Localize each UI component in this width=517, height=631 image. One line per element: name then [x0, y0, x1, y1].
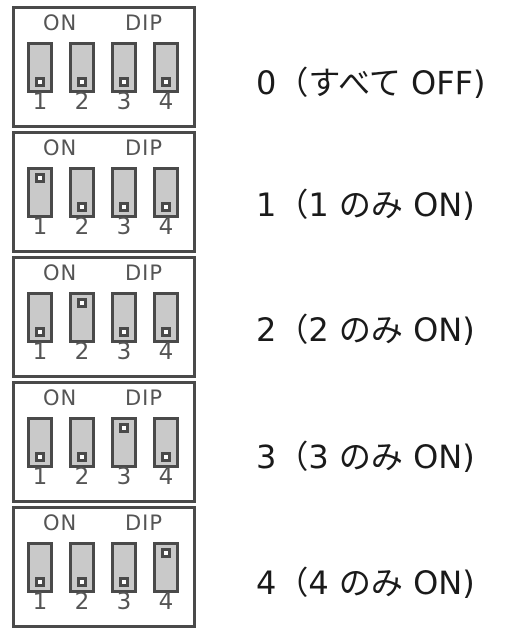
- switch-number: 3: [116, 339, 132, 365]
- switch-number: 1: [32, 339, 48, 365]
- dip-switch-panel: ON DIP 1 2 3 4: [12, 506, 196, 628]
- switch-knob: [77, 77, 87, 87]
- dip-label: DIP: [125, 136, 164, 160]
- switch-number: 2: [74, 339, 90, 365]
- switch-number: 1: [32, 589, 48, 615]
- dip-switch-3[interactable]: [111, 167, 137, 218]
- dip-switch-panel: ON DIP 1 2 3 4: [12, 131, 196, 253]
- dip-switch-4[interactable]: [153, 542, 179, 593]
- dip-label: DIP: [125, 511, 164, 535]
- setting-caption: 4（4 のみ ON): [256, 564, 475, 602]
- switch-number: 4: [158, 464, 174, 490]
- switch-number: 1: [32, 89, 48, 115]
- switch-knob: [119, 202, 129, 212]
- dip-switch-4[interactable]: [153, 292, 179, 343]
- switch-knob: [35, 327, 45, 337]
- dip-switch-2[interactable]: [69, 292, 95, 343]
- switch-knob: [119, 423, 129, 433]
- switch-knob: [35, 173, 45, 183]
- dip-label: DIP: [125, 261, 164, 285]
- dip-switch-1[interactable]: [27, 167, 53, 218]
- setting-caption: 3（3 のみ ON): [256, 438, 475, 476]
- dip-switch-3[interactable]: [111, 417, 137, 468]
- dip-switch-3[interactable]: [111, 42, 137, 93]
- switch-knob: [119, 77, 129, 87]
- dip-switch-2[interactable]: [69, 42, 95, 93]
- dip-switch-3[interactable]: [111, 542, 137, 593]
- switch-number: 3: [116, 589, 132, 615]
- dip-switch-1[interactable]: [27, 417, 53, 468]
- switch-number: 1: [32, 464, 48, 490]
- switch-number: 2: [74, 589, 90, 615]
- switch-knob: [161, 77, 171, 87]
- switch-knob: [77, 298, 87, 308]
- switch-knob: [35, 452, 45, 462]
- switch-number: 4: [158, 214, 174, 240]
- switch-knob: [77, 452, 87, 462]
- dip-switch-panel: ON DIP 1 2 3 4: [12, 256, 196, 378]
- dip-switch-1[interactable]: [27, 292, 53, 343]
- on-label: ON: [43, 261, 78, 285]
- switch-number: 1: [32, 214, 48, 240]
- dip-switch-4[interactable]: [153, 167, 179, 218]
- dip-label: DIP: [125, 386, 164, 410]
- dip-switch-2[interactable]: [69, 542, 95, 593]
- setting-caption: 1（1 のみ ON): [256, 186, 475, 224]
- dip-switch-4[interactable]: [153, 417, 179, 468]
- switch-knob: [161, 548, 171, 558]
- switch-number: 2: [74, 464, 90, 490]
- on-label: ON: [43, 136, 78, 160]
- switch-knob: [35, 577, 45, 587]
- dip-switch-panel: ON DIP 1 2 3 4: [12, 6, 196, 128]
- dip-switch-2[interactable]: [69, 417, 95, 468]
- setting-caption: 2（2 のみ ON): [256, 311, 475, 349]
- switch-knob: [119, 577, 129, 587]
- switch-number: 2: [74, 89, 90, 115]
- dip-switch-panel: ON DIP 1 2 3 4: [12, 381, 196, 503]
- switch-number: 4: [158, 89, 174, 115]
- dip-switch-1[interactable]: [27, 542, 53, 593]
- dip-label: DIP: [125, 11, 164, 35]
- switch-knob: [161, 327, 171, 337]
- switch-knob: [161, 202, 171, 212]
- on-label: ON: [43, 11, 78, 35]
- switch-number: 3: [116, 89, 132, 115]
- switch-knob: [77, 202, 87, 212]
- switch-number: 4: [158, 339, 174, 365]
- switch-number: 3: [116, 214, 132, 240]
- switch-knob: [35, 77, 45, 87]
- switch-number: 2: [74, 214, 90, 240]
- switch-knob: [161, 452, 171, 462]
- switch-number: 4: [158, 589, 174, 615]
- on-label: ON: [43, 386, 78, 410]
- dip-switch-3[interactable]: [111, 292, 137, 343]
- dip-switch-2[interactable]: [69, 167, 95, 218]
- dip-switch-1[interactable]: [27, 42, 53, 93]
- switch-knob: [77, 577, 87, 587]
- switch-number: 3: [116, 464, 132, 490]
- setting-caption: 0（すべて OFF): [256, 64, 486, 102]
- dip-switch-4[interactable]: [153, 42, 179, 93]
- switch-knob: [119, 327, 129, 337]
- on-label: ON: [43, 511, 78, 535]
